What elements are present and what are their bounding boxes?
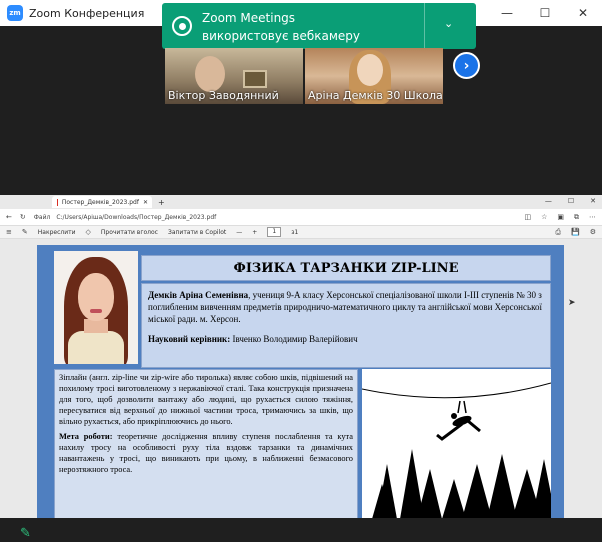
shared-screen: Постер_Демків_2023.pdf ✕ + — ☐ ✕ ← ↻ Фай… [0, 195, 602, 518]
zipline-illustration [362, 369, 551, 518]
webcam-notification[interactable]: Zoom Meetings використовує вебкамеру ⌄ [162, 3, 476, 49]
back-icon[interactable]: ← [6, 213, 12, 221]
participant-name: Віктор Заводянний [168, 89, 279, 102]
pdf-toolbar: ≡ ✎ Накреслити ◇ Прочитати вголос Запита… [0, 225, 602, 239]
supervisor-name: Івченко Володимир Валерійович [230, 334, 358, 344]
settings-icon[interactable]: ⚙ [590, 228, 596, 237]
copilot-button[interactable]: Запитати в Copilot [168, 229, 226, 236]
pdf-toolbar-actions: ⎙ 💾 ⚙ [555, 228, 596, 237]
zoom-in-button[interactable]: + [252, 229, 257, 236]
author-info: Демків Аріна Семенівна, учениця 9-А клас… [141, 283, 551, 368]
notification-title: Zoom Meetings [202, 11, 296, 25]
photo-sweater [68, 331, 124, 364]
zoom-logo-icon: zm [7, 5, 23, 21]
page-number-input[interactable]: 1 [267, 227, 282, 237]
window-controls: — ☐ ✕ [488, 0, 602, 26]
read-aloud-button[interactable]: Прочитати вголос [101, 229, 158, 236]
notification-divider [424, 3, 425, 49]
collections-icon[interactable]: ▣ [557, 213, 564, 222]
new-tab-button[interactable]: + [158, 198, 165, 207]
poster-text: Зіплайн (англ. zip-line чи zip-wire або … [54, 369, 358, 518]
webcam-icon [172, 16, 192, 36]
window-title: Zoom Конференция [29, 6, 145, 20]
supervisor-label: Науковий керівник: [148, 334, 231, 344]
annotate-pen-icon[interactable]: ✎ [20, 526, 36, 542]
browser-window-controls: — ☐ ✕ [545, 197, 596, 205]
photo-face [78, 273, 114, 321]
browser-minimize-icon[interactable]: — [545, 197, 552, 205]
zoom-out-button[interactable]: — [236, 229, 242, 236]
author-name: Демків Аріна Семенівна [148, 290, 249, 300]
notification-subtitle: використовує вебкамеру [202, 29, 360, 43]
favorite-icon[interactable]: ☆ [541, 213, 547, 222]
save-icon[interactable]: 💾 [571, 228, 580, 237]
url-scheme-label: Файл [33, 213, 51, 221]
participant-face [195, 56, 225, 92]
draw-icon[interactable]: ✎ [22, 228, 28, 236]
pdf-icon [57, 198, 58, 206]
poster-title: ФІЗИКА ТАРЗАНКИ ZIP-LINE [141, 255, 551, 281]
browser-tab-bar: Постер_Демків_2023.pdf ✕ + — ☐ ✕ [0, 195, 602, 209]
poster-page: ФІЗИКА ТАРЗАНКИ ZIP-LINE Демків Аріна Се… [37, 245, 564, 518]
browser-tab[interactable]: Постер_Демків_2023.pdf ✕ [52, 196, 152, 208]
browser-maximize-icon[interactable]: ☐ [568, 197, 574, 205]
address-bar: ← ↻ Файл C:/Users/Аріша/Downloads/Постер… [0, 209, 602, 225]
draw-button[interactable]: Накреслити [38, 229, 76, 236]
intro-paragraph: Зіплайн (англ. zip-line чи zip-wire або … [59, 373, 353, 426]
maximize-button[interactable]: ☐ [526, 0, 564, 26]
browser-close-icon[interactable]: ✕ [590, 197, 596, 205]
photo-lips [90, 309, 102, 313]
participant-video-tile[interactable]: Аріна Демків 30 Школа [305, 48, 443, 104]
url-text: C:/Users/Аріша/Downloads/Постер_Демків_2… [56, 213, 217, 221]
print-icon[interactable]: ⎙ [555, 228, 561, 237]
read-mode-icon[interactable]: ◫ [524, 213, 531, 222]
mouse-cursor-icon: ➤ [568, 298, 576, 308]
extensions-icon[interactable]: ⧉ [574, 213, 579, 222]
author-photo [54, 251, 138, 364]
zipline-drawing [362, 382, 551, 518]
photo-neck [84, 319, 108, 333]
erase-icon[interactable]: ◇ [86, 228, 91, 236]
tab-close-icon[interactable]: ✕ [143, 199, 148, 206]
close-button[interactable]: ✕ [564, 0, 602, 26]
contents-icon[interactable]: ≡ [6, 228, 12, 236]
reload-icon[interactable]: ↻ [20, 213, 26, 221]
minimize-button[interactable]: — [488, 0, 526, 26]
participant-face [357, 54, 383, 86]
next-participants-button[interactable]: › [453, 52, 480, 79]
participant-video-tile[interactable]: Віктор Заводянний [165, 48, 303, 104]
notification-expand-icon[interactable]: ⌄ [444, 17, 453, 30]
address-bar-actions: ◫ ☆ ▣ ⧉ ⋯ [524, 213, 596, 222]
wall-painting [243, 70, 267, 88]
goal-label: Мета роботи: [59, 432, 113, 441]
tab-title: Постер_Демків_2023.pdf [61, 198, 139, 206]
participant-name: Аріна Демків 30 Школа [308, 89, 443, 102]
url-field[interactable]: Файл C:/Users/Аріша/Downloads/Постер_Дем… [34, 214, 217, 221]
meeting-footer [0, 518, 602, 542]
more-icon[interactable]: ⋯ [589, 213, 596, 222]
pdf-viewport[interactable]: ФІЗИКА ТАРЗАНКИ ZIP-LINE Демків Аріна Се… [0, 239, 602, 518]
page-count: з1 [291, 228, 299, 236]
